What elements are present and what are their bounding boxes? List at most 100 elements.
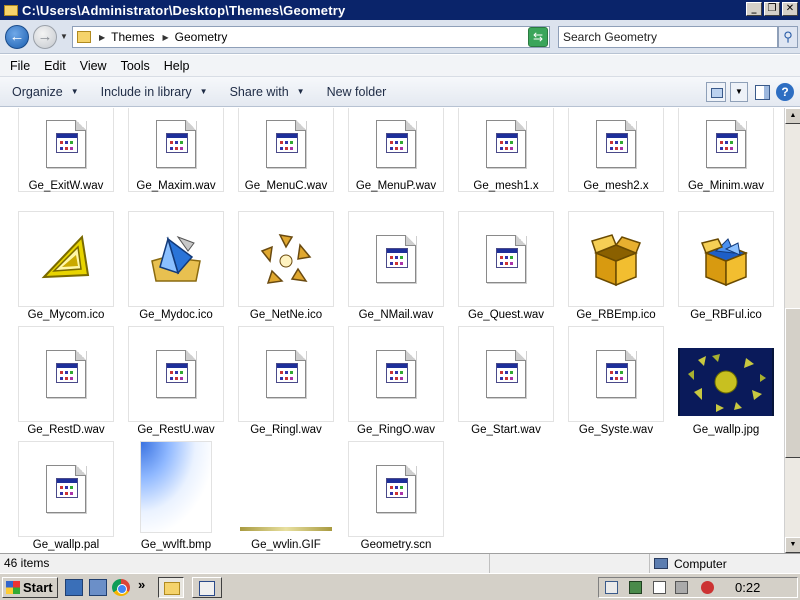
scroll-thumb[interactable] bbox=[785, 308, 800, 458]
file-name: Ge_wallp.jpg bbox=[692, 424, 760, 436]
menu-view[interactable]: View bbox=[80, 59, 107, 73]
organize-button[interactable]: Organize ▼ bbox=[12, 85, 79, 99]
sound-file-icon bbox=[348, 211, 444, 307]
menu-tools[interactable]: Tools bbox=[121, 59, 150, 73]
explorer-quicklaunch-icon[interactable] bbox=[89, 579, 107, 596]
zone-label: Computer bbox=[674, 556, 727, 571]
file-name: Ge_mesh1.x bbox=[473, 180, 539, 192]
file-name: Ge_MenuC.wav bbox=[244, 180, 328, 192]
menu-bar: File Edit View Tools Help bbox=[0, 55, 800, 77]
network-icon[interactable] bbox=[675, 581, 688, 594]
clock[interactable]: 0:22 bbox=[735, 580, 760, 595]
show-desktop-icon[interactable] bbox=[65, 579, 83, 596]
file-name: Ge_RingO.wav bbox=[357, 424, 435, 436]
sound-file-icon bbox=[568, 326, 664, 422]
sound-file-icon bbox=[458, 211, 554, 307]
menu-edit[interactable]: Edit bbox=[44, 59, 66, 73]
gif-thumbnail bbox=[240, 527, 332, 531]
file-name: Ge_Ringl.wav bbox=[250, 424, 322, 436]
view-options-dropdown[interactable]: ▼ bbox=[730, 82, 748, 102]
file-name: Ge_wvlft.bmp bbox=[140, 539, 212, 551]
breadcrumb-arrow-icon[interactable]: ▶ bbox=[163, 33, 169, 42]
quicklaunch-more-icon[interactable]: » bbox=[138, 577, 145, 592]
preview-pane-icon[interactable] bbox=[752, 82, 772, 102]
taskbar-explorer-button[interactable] bbox=[158, 577, 184, 598]
chrome-icon[interactable] bbox=[112, 579, 130, 596]
file-name: Ge_RBEmp.ico bbox=[576, 309, 656, 321]
file-name: Ge_Maxim.wav bbox=[136, 180, 216, 192]
minimize-button[interactable]: _ bbox=[746, 2, 762, 16]
geometry-network-icon bbox=[238, 211, 334, 307]
geometry-documents-icon bbox=[128, 211, 224, 307]
file-name: Ge_NMail.wav bbox=[358, 309, 434, 321]
item-count: 46 items bbox=[0, 554, 490, 573]
restore-button[interactable]: ❐ bbox=[764, 2, 780, 16]
file-name: Ge_Minim.wav bbox=[687, 180, 765, 192]
file-name: Ge_RestU.wav bbox=[137, 424, 215, 436]
geometry-computer-icon bbox=[18, 211, 114, 307]
chevron-down-icon: ▼ bbox=[296, 87, 305, 96]
scroll-down-icon[interactable]: ▼ bbox=[785, 537, 800, 553]
zone-indicator: Computer bbox=[650, 554, 727, 573]
status-bar: 46 items Computer bbox=[0, 553, 800, 573]
generic-file-icon bbox=[18, 441, 114, 537]
folder-icon bbox=[77, 31, 91, 43]
file-name: Ge_Mydoc.ico bbox=[139, 309, 213, 321]
generic-file-icon bbox=[348, 441, 444, 537]
breadcrumb-themes[interactable]: Themes bbox=[111, 30, 154, 44]
command-bar: Organize ▼ Include in library ▼ Share with… bbox=[0, 77, 800, 107]
history-dropdown-icon[interactable]: ▼ bbox=[60, 32, 68, 41]
action-center-flag-icon[interactable] bbox=[653, 581, 666, 594]
forward-button[interactable]: → bbox=[33, 25, 57, 49]
system-tray: 0:22 bbox=[598, 577, 798, 598]
vertical-scrollbar[interactable]: ▲ ▼ bbox=[784, 108, 800, 553]
status-section bbox=[490, 554, 650, 573]
view-controls: ▼ ? bbox=[706, 82, 794, 102]
file-name: Ge_MenuP.wav bbox=[355, 180, 437, 192]
sound-file-icon bbox=[348, 326, 444, 422]
file-name: Ge_wvlin.GIF bbox=[251, 539, 321, 551]
refresh-button[interactable]: ⇆ bbox=[528, 27, 548, 47]
recycle-bin-full-icon bbox=[678, 211, 774, 307]
windows-logo-icon bbox=[6, 581, 20, 594]
bitmap-thumbnail bbox=[140, 441, 212, 533]
chevron-down-icon: ▼ bbox=[199, 87, 208, 96]
menu-file[interactable]: File bbox=[10, 59, 30, 73]
tray-app-icon[interactable] bbox=[605, 581, 618, 594]
organize-label: Organize bbox=[12, 84, 63, 99]
share-label: Share with bbox=[229, 84, 289, 99]
address-field[interactable]: ▶ Themes ▶ Geometry ▼ bbox=[72, 26, 550, 48]
include-label: Include in library bbox=[100, 84, 192, 99]
volume-muted-icon[interactable] bbox=[701, 581, 714, 594]
scroll-up-icon[interactable]: ▲ bbox=[785, 108, 800, 124]
new-folder-button[interactable]: New folder bbox=[327, 85, 387, 99]
start-button[interactable]: Start bbox=[2, 577, 58, 598]
share-with-button[interactable]: Share with ▼ bbox=[230, 85, 305, 99]
tray-network-icon[interactable] bbox=[629, 581, 642, 594]
file-name: Ge_ExitW.wav bbox=[28, 180, 104, 192]
sound-file-icon bbox=[238, 326, 334, 422]
chevron-down-icon: ▼ bbox=[70, 87, 79, 96]
back-button[interactable]: ← bbox=[5, 25, 29, 49]
file-name: Ge_NetNe.ico bbox=[249, 309, 323, 321]
file-list: Ge_ExitW.wav Ge_Maxim.wav Ge_MenuC.wav G… bbox=[0, 108, 784, 553]
taskbar: Start » 0:22 bbox=[0, 573, 800, 600]
search-input[interactable]: Search Geometry bbox=[558, 26, 778, 48]
file-name: Ge_Mycom.ico bbox=[27, 309, 105, 321]
breadcrumb-geometry[interactable]: Geometry bbox=[175, 30, 228, 44]
menu-help[interactable]: Help bbox=[164, 59, 190, 73]
close-button[interactable]: ✕ bbox=[782, 2, 798, 16]
help-icon[interactable]: ? bbox=[776, 83, 794, 101]
change-view-icon[interactable] bbox=[706, 82, 726, 102]
file-name: Ge_mesh2.x bbox=[583, 180, 649, 192]
file-name: Ge_RBFul.ico bbox=[690, 309, 762, 321]
start-label: Start bbox=[23, 580, 53, 595]
search-icon[interactable]: ⚲ bbox=[778, 26, 798, 48]
file-name: Ge_Syste.wav bbox=[578, 424, 654, 436]
file-name: Ge_Quest.wav bbox=[467, 309, 545, 321]
file-name: Geometry.scn bbox=[360, 539, 432, 551]
taskbar-paint-button[interactable] bbox=[192, 577, 222, 598]
include-in-library-button[interactable]: Include in library ▼ bbox=[101, 85, 208, 99]
sound-file-icon bbox=[18, 326, 114, 422]
breadcrumb-arrow-icon[interactable]: ▶ bbox=[99, 33, 105, 42]
